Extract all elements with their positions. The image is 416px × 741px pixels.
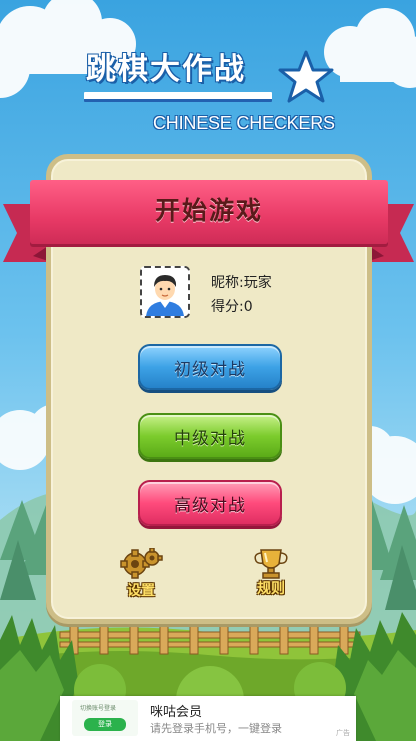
player-avatar-icon [142,268,188,316]
nickname-label: 昵称: [211,275,244,291]
start-game-heading: 开始游戏 [154,196,263,225]
ad-thumbnail-login-button: 登录 [84,718,126,731]
advanced-battle-button[interactable]: 高级对战 [138,480,282,526]
title-underline [84,92,272,102]
nickname-text: 昵称:玩家 [211,272,272,292]
intermediate-battle-label: 中级对战 [174,428,246,449]
nickname-value: 玩家 [243,275,272,291]
beginner-battle-button[interactable]: 初级对战 [138,344,282,390]
advanced-battle-label: 高级对战 [174,495,246,516]
trophy-icon [254,549,288,579]
game-title-chinese: 跳棋大作战 [86,52,246,87]
intermediate-battle-button[interactable]: 中级对战 [138,413,282,459]
score-label: 得分: [211,299,244,315]
ad-tag: 广告 [336,729,350,737]
ad-thumbnail: 切换账号登录 登录 [72,700,138,736]
beginner-battle-label: 初级对战 [174,359,246,380]
ad-thumbnail-text: 切换账号登录 [80,705,117,712]
ad-banner[interactable]: 切换账号登录 登录 咪咕会员 请先登录手机号，一键登录 广告 [60,696,356,741]
settings-button[interactable]: 设置 [117,548,165,600]
avatar[interactable] [140,266,190,318]
rules-label: 规则 [257,581,285,597]
score-value: 0 [243,299,253,315]
ad-subtitle: 请先登录手机号，一键登录 [150,722,282,735]
ad-title: 咪咕会员 [150,705,203,720]
score-text: 得分:0 [211,296,253,316]
star-icon [278,50,334,103]
gears-icon [120,548,163,579]
rules-button[interactable]: 规则 [247,546,295,598]
settings-label: 设置 [127,583,155,599]
game-title-english: CHINESE CHECKERS [153,113,335,133]
